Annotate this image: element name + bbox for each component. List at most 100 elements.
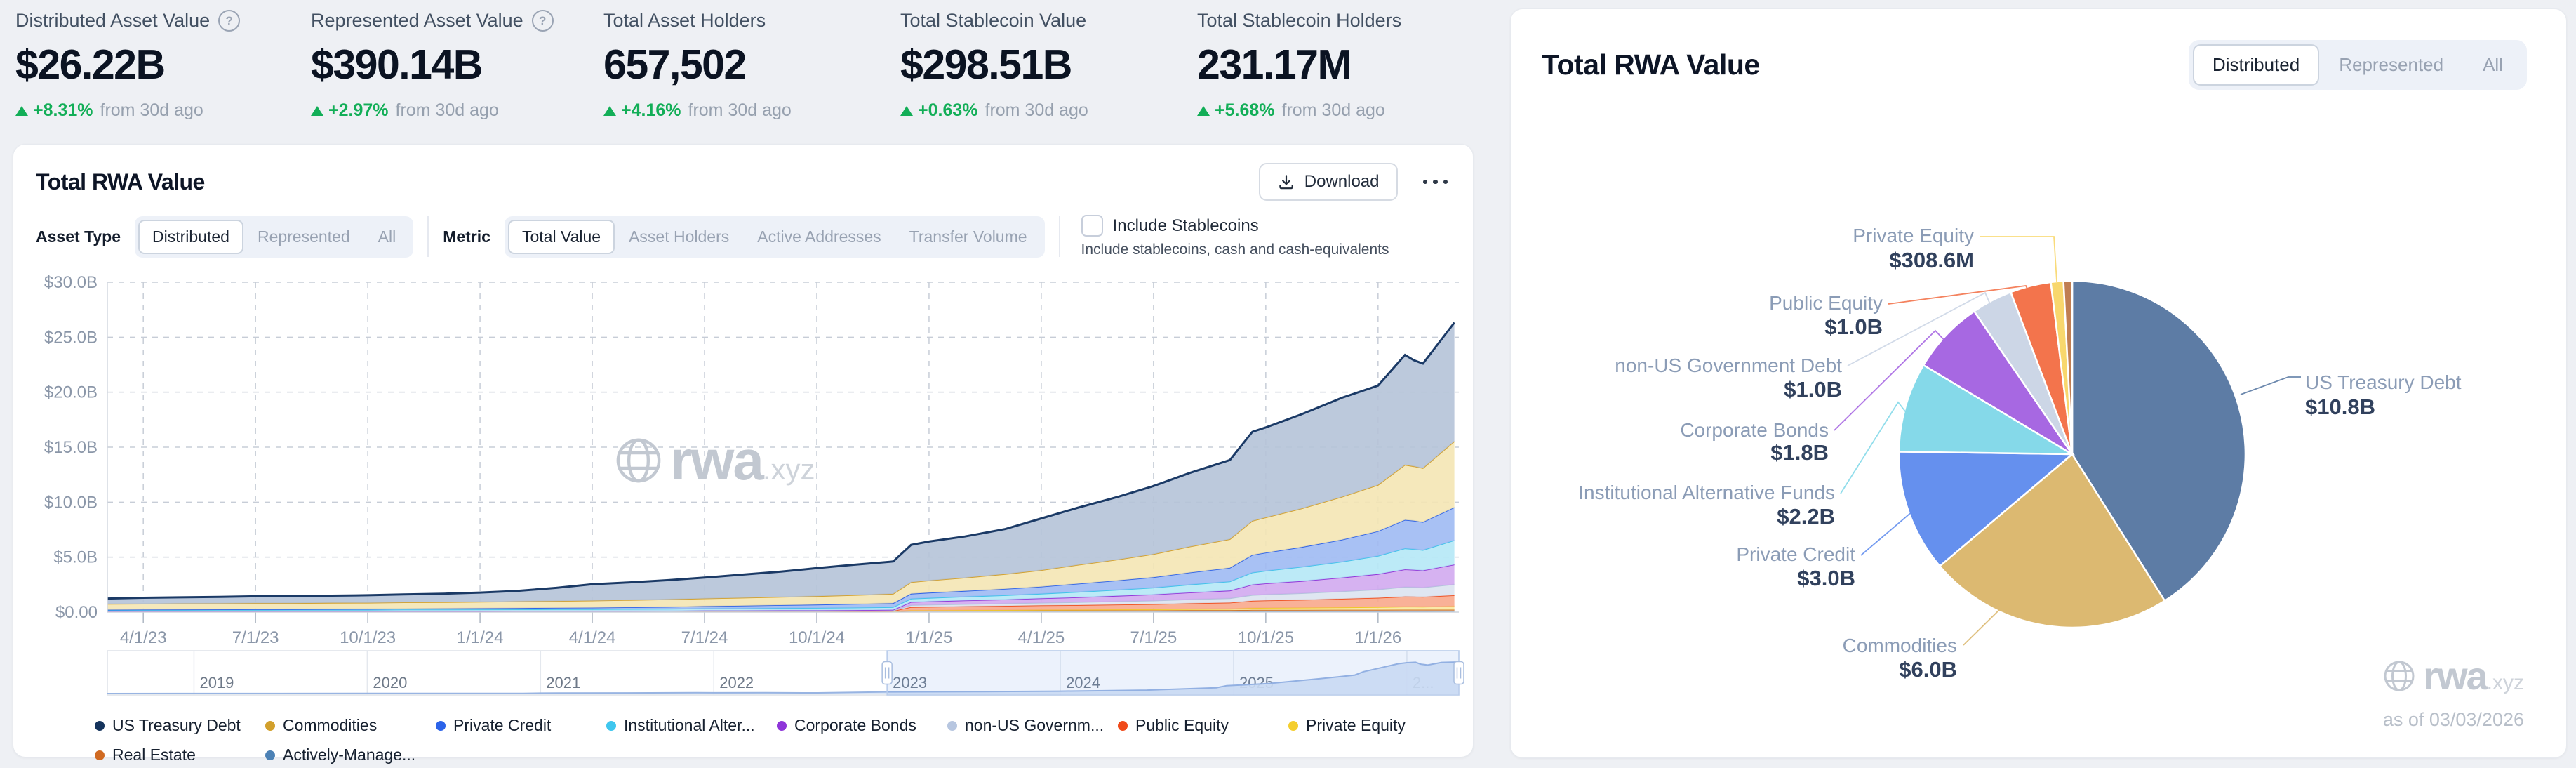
divider [1059, 216, 1060, 257]
x-axis-label: 1/1/24 [457, 628, 504, 647]
download-label: Download [1304, 172, 1380, 192]
stat-value: $390.14B [311, 41, 554, 88]
legend-dot [436, 721, 446, 731]
legend-item-commodities[interactable]: Commodities [265, 716, 436, 735]
stat-value: $298.51B [900, 41, 1088, 88]
x-axis-label: 10/1/23 [340, 628, 396, 647]
stat-value: 231.17M [1197, 41, 1401, 88]
metric-option-active-addresses[interactable]: Active Addresses [743, 220, 895, 254]
pie-label-institutional-alternative-funds: Institutional Alternative Funds [1578, 482, 1835, 503]
x-axis-label: 10/1/25 [1238, 628, 1294, 647]
brush-handle-right[interactable] [1454, 662, 1464, 684]
timeline-brush[interactable]: 20192020202120222023202420252... [13, 649, 1473, 705]
stat-delta: +5.68%from 30d ago [1197, 100, 1401, 121]
asset-type-segmented-control: DistributedRepresentedAll [135, 216, 413, 258]
stat-distributed-asset-value: Distributed Asset Value?$26.22B+8.31%fro… [15, 10, 240, 121]
y-axis-label: $0.00 [55, 603, 98, 622]
chart-card-header: Total RWA Value Download [13, 145, 1473, 201]
y-axis-label: $20.0B [44, 383, 98, 402]
legend-dot [947, 721, 957, 731]
legend-item-public-equity[interactable]: Public Equity [1118, 716, 1288, 735]
x-axis-label: 7/1/25 [1130, 628, 1177, 647]
asset-type-option-all[interactable]: All [364, 220, 411, 254]
x-axis-label: 10/1/24 [789, 628, 845, 647]
legend-dot [1288, 721, 1298, 731]
legend-item-non-us-governm[interactable]: non-US Governm... [947, 716, 1118, 735]
download-button[interactable]: Download [1259, 163, 1398, 201]
metric-option-asset-holders[interactable]: Asset Holders [615, 220, 743, 254]
pie-label-corporate-bonds: Corporate Bonds [1680, 419, 1829, 441]
pie-leader-institutional-alternative-funds [1841, 402, 1908, 494]
pie-leader-private-equity [1980, 237, 2057, 282]
up-triangle-icon [603, 106, 616, 116]
x-axis-label: 4/1/25 [1018, 628, 1065, 647]
pie-value-non-us-government-debt: $1.0B [1784, 377, 1842, 402]
help-icon[interactable]: ? [218, 10, 240, 32]
stat-total-stablecoin-value: Total Stablecoin Value$298.51B+0.63%from… [900, 10, 1088, 121]
include-stablecoins-group: Include Stablecoins Include stablecoins,… [1081, 215, 1389, 258]
legend-dot [777, 721, 787, 731]
stat-delta: +4.16%from 30d ago [603, 100, 792, 121]
x-axis-label: 1/1/26 [1354, 628, 1401, 647]
pie-card-title: Total RWA Value [1542, 48, 1760, 81]
up-triangle-icon [900, 106, 913, 116]
legend-dot [265, 750, 275, 760]
help-icon[interactable]: ? [532, 10, 554, 32]
brush-year-label: 2022 [719, 674, 754, 691]
stat-represented-asset-value: Represented Asset Value?$390.14B+2.97%fr… [311, 10, 554, 121]
stacked-area-chart: $30.0B$25.0B$20.0B$15.0B$10.0B$5.0B$0.00… [13, 261, 1473, 649]
total-rwa-pie-card: US Treasury Debt$10.8BCommodities$6.0BPr… [1510, 8, 2567, 758]
x-axis-label: 7/1/23 [232, 628, 279, 647]
pie-value-private-equity: $308.6M [1889, 248, 1974, 272]
brush-year-label: 2019 [199, 674, 234, 691]
up-triangle-icon [311, 106, 323, 116]
stat-label: Total Asset Holders [603, 10, 792, 32]
pie-value-corporate-bonds: $1.8B [1770, 440, 1829, 465]
pie-label-commodities: Commodities [1843, 635, 1957, 656]
include-stablecoins-label: Include Stablecoins [1113, 216, 1259, 236]
legend-item-institutional-alter[interactable]: Institutional Alter... [606, 716, 777, 735]
legend-item-real-estate[interactable]: Real Estate [95, 746, 265, 764]
up-triangle-icon [1197, 106, 1210, 116]
asset-type-option-represented[interactable]: Represented [243, 220, 364, 254]
legend-dot [95, 721, 105, 731]
pie-view-option-represented[interactable]: Represented [2319, 44, 2463, 86]
legend-item-us-treasury-debt[interactable]: US Treasury Debt [95, 716, 265, 735]
x-axis-label: 4/1/23 [120, 628, 167, 647]
pie-view-option-all[interactable]: All [2463, 44, 2523, 86]
pie-value-private-credit: $3.0B [1797, 566, 1855, 590]
metric-option-total-value[interactable]: Total Value [508, 220, 615, 254]
divider [427, 216, 429, 257]
chart-title: Total RWA Value [36, 169, 205, 195]
rwa-dashboard-page: Distributed Asset Value?$26.22B+8.31%fro… [0, 0, 2576, 768]
legend-item-actively-manage[interactable]: Actively-Manage... [265, 746, 436, 764]
pie-label-private-equity: Private Equity [1853, 225, 1974, 246]
metric-option-transfer-volume[interactable]: Transfer Volume [895, 220, 1041, 254]
brush-selection[interactable] [887, 651, 1459, 695]
more-options-button[interactable] [1419, 171, 1453, 193]
brush-handle-left[interactable] [882, 662, 892, 684]
y-axis-label: $30.0B [44, 273, 98, 292]
legend-dot [606, 721, 616, 731]
brush-year-label: 2021 [546, 674, 580, 691]
chart-header-actions: Download [1259, 163, 1452, 201]
chart-controls: Asset Type DistributedRepresentedAll Met… [13, 201, 1473, 258]
legend-dot [265, 721, 275, 731]
metric-label: Metric [443, 227, 490, 246]
stat-value: $26.22B [15, 41, 240, 88]
x-axis-label: 4/1/24 [569, 628, 616, 647]
pie-view-option-distributed[interactable]: Distributed [2193, 44, 2319, 86]
y-axis-label: $5.0B [53, 548, 98, 567]
pie-label-us-treasury-debt: US Treasury Debt [2305, 371, 2462, 393]
include-stablecoins-checkbox[interactable] [1081, 215, 1103, 237]
pie-value-institutional-alternative-funds: $2.2B [1777, 504, 1835, 529]
asset-type-option-distributed[interactable]: Distributed [138, 220, 243, 254]
legend-item-private-credit[interactable]: Private Credit [436, 716, 606, 735]
stat-label: Distributed Asset Value? [15, 10, 240, 32]
legend-item-private-equity[interactable]: Private Equity [1288, 716, 1459, 735]
stat-delta: +2.97%from 30d ago [311, 100, 554, 121]
stat-total-asset-holders: Total Asset Holders657,502+4.16%from 30d… [603, 10, 792, 121]
total-rwa-chart-card: Total RWA Value Download Asset Type Dist… [13, 144, 1474, 757]
pie-value-us-treasury-debt: $10.8B [2305, 395, 2375, 419]
legend-item-corporate-bonds[interactable]: Corporate Bonds [777, 716, 947, 735]
